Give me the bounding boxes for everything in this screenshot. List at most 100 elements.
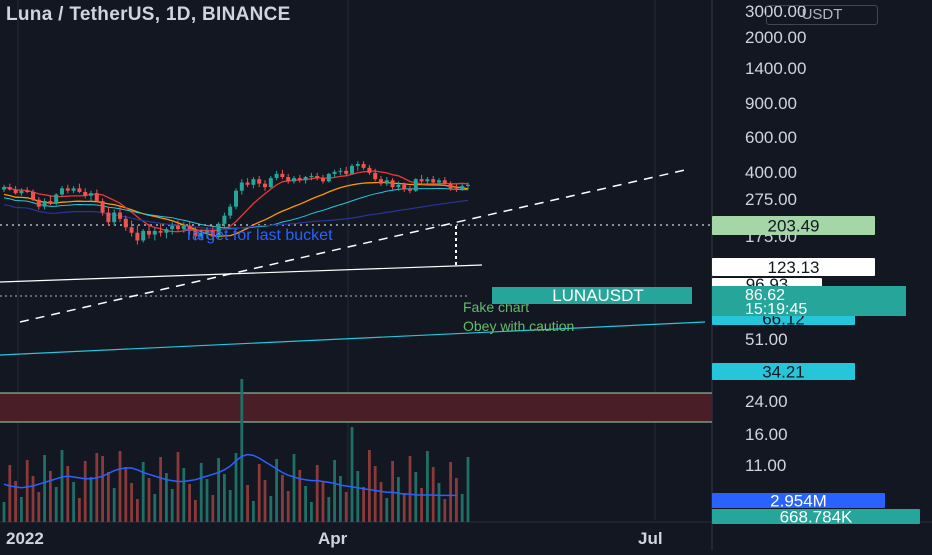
volume-bar: [228, 490, 232, 522]
volume-bar: [223, 474, 226, 522]
volume-bar: [240, 379, 244, 522]
volume-bar: [199, 463, 203, 522]
price-axis-label: 2000.00: [745, 28, 806, 47]
candle-body: [152, 230, 157, 235]
volume-bar: [124, 467, 128, 522]
candle-body: [36, 199, 41, 207]
volume-bar: [217, 458, 220, 522]
price-tag-countdown: 15:19:45: [745, 301, 807, 318]
volume-bar: [234, 453, 238, 522]
volume-bar: [25, 460, 29, 522]
volume-bar: [194, 500, 197, 522]
candle-body: [408, 189, 412, 191]
volume-bar: [101, 456, 104, 522]
currency-selector[interactable]: USDT: [766, 5, 878, 25]
volume-bar: [315, 465, 319, 522]
candle-body: [280, 173, 285, 178]
candle-body: [367, 167, 372, 173]
volume-bar: [362, 487, 365, 522]
volume-bar: [159, 457, 162, 522]
time-axis-label: Apr: [318, 529, 348, 548]
candle-body: [48, 201, 53, 204]
volume-bar: [37, 492, 41, 522]
volume-bar: [304, 486, 307, 522]
chart-stage[interactable]: Target for last bucket Fake chart Obey wit…: [0, 0, 932, 550]
price-axis-label: 600.00: [745, 128, 797, 147]
channel-bottom-line: [0, 321, 706, 356]
volume-bar: [66, 466, 70, 522]
candle-body: [147, 230, 151, 235]
volume-bar: [72, 482, 75, 522]
candle-body: [413, 179, 418, 191]
candle-body: [83, 191, 88, 196]
volume-bar: [20, 497, 23, 522]
candle-body: [100, 201, 105, 213]
candle-body: [65, 188, 70, 191]
volume-bar: [437, 483, 441, 522]
candle-body: [251, 179, 256, 185]
volume-bar: [420, 488, 423, 522]
volume-bar: [107, 472, 110, 522]
volume-bar: [414, 472, 418, 522]
candle-body: [396, 184, 401, 188]
volume-bar: [460, 494, 464, 522]
candle-body: [466, 184, 470, 186]
price-tag-volume: 668.784K: [712, 508, 920, 527]
candle-body: [106, 212, 111, 223]
volume-bar: [286, 491, 290, 522]
price-chart[interactable]: Target for last bucketFake chartObey wit…: [0, 0, 932, 550]
volume-bar: [373, 466, 377, 522]
price-tag-target-text: 203.49: [768, 217, 820, 236]
volume-bar: [391, 461, 394, 522]
volume-bar: [257, 464, 261, 522]
volume-bar: [49, 471, 52, 522]
candle-body: [245, 182, 250, 185]
volume-bar: [310, 502, 313, 522]
volume-bar: [269, 496, 273, 522]
volume-bar: [2, 502, 6, 522]
candle-body: [2, 187, 6, 190]
volume-bar: [211, 495, 215, 522]
volume-bar: [8, 465, 12, 522]
price-tag-last-bg: [712, 286, 906, 316]
volume-bar: [246, 485, 249, 522]
price-axis-label: 1400.00: [745, 59, 806, 78]
candle-body: [234, 190, 238, 207]
volume-bar: [136, 499, 139, 522]
candle-body: [42, 201, 47, 207]
volume-bar: [292, 454, 296, 522]
volume-ma-line: [3, 453, 457, 497]
price-tag-ma2-text: 34.21: [762, 363, 805, 382]
volume-bar: [182, 468, 186, 522]
candle-body: [315, 175, 320, 179]
volume-bar: [153, 494, 157, 522]
candle-body: [263, 183, 267, 188]
candle-body: [239, 182, 244, 191]
price-tag-ma2: 34.21: [712, 363, 855, 382]
volume-bar: [54, 487, 58, 522]
candle-body: [54, 194, 59, 204]
price-axis-label: 51.00: [745, 330, 788, 349]
candle-body: [344, 170, 349, 174]
candle-body: [228, 206, 233, 216]
candle-body: [448, 183, 453, 189]
candle-body: [25, 190, 30, 192]
volume-bar: [95, 453, 99, 522]
candle-body: [454, 188, 459, 190]
volume-bar: [397, 477, 400, 522]
volume-bar: [426, 451, 429, 522]
price-tag-line: 123.13: [712, 258, 875, 277]
volume-bar: [327, 497, 331, 522]
candle-body: [309, 175, 314, 178]
volume-bar: [263, 480, 267, 522]
candle-body: [350, 165, 354, 174]
price-axis-label: 11.00: [745, 456, 786, 475]
candle-body: [170, 225, 175, 230]
volume-bar: [321, 481, 325, 522]
candle-body: [460, 185, 465, 190]
candle-body: [303, 177, 308, 181]
candle-body: [71, 188, 76, 191]
symbol-title: Luna / TetherUS, 1D, BINANCE: [6, 4, 291, 25]
candle-body: [419, 179, 424, 182]
candle-body: [326, 173, 331, 182]
